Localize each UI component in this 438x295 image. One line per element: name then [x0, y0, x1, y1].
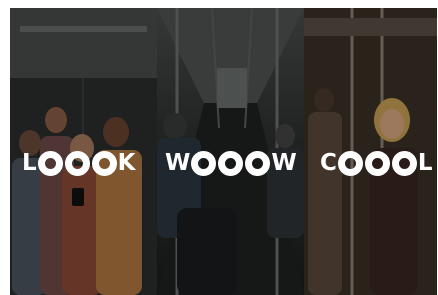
banner-image: L K W W C L: [10, 8, 437, 295]
ring-o-icon: [191, 150, 217, 176]
ring-o-icon: [391, 150, 417, 176]
word-look-end-letter: K: [117, 149, 136, 176]
word-woow-end-letter: W: [271, 149, 297, 176]
word-cool-end-letter: L: [417, 149, 433, 176]
ring-o-icon: [64, 150, 90, 176]
word-cool-start-letter: C: [320, 149, 337, 176]
ring-o-icon: [218, 150, 244, 176]
ring-o-icon: [245, 150, 271, 176]
slogan: L K W W C L: [10, 141, 437, 185]
ring-o-icon: [364, 150, 390, 176]
ring-o-icon: [337, 150, 363, 176]
ring-o-icon: [37, 150, 63, 176]
word-look-start-letter: L: [22, 149, 37, 176]
word-woow-start-letter: W: [165, 149, 191, 176]
ring-o-icon: [91, 150, 117, 176]
word-cool: C L: [320, 141, 433, 185]
word-woow: W W: [165, 141, 297, 185]
word-look: L K: [22, 141, 135, 185]
